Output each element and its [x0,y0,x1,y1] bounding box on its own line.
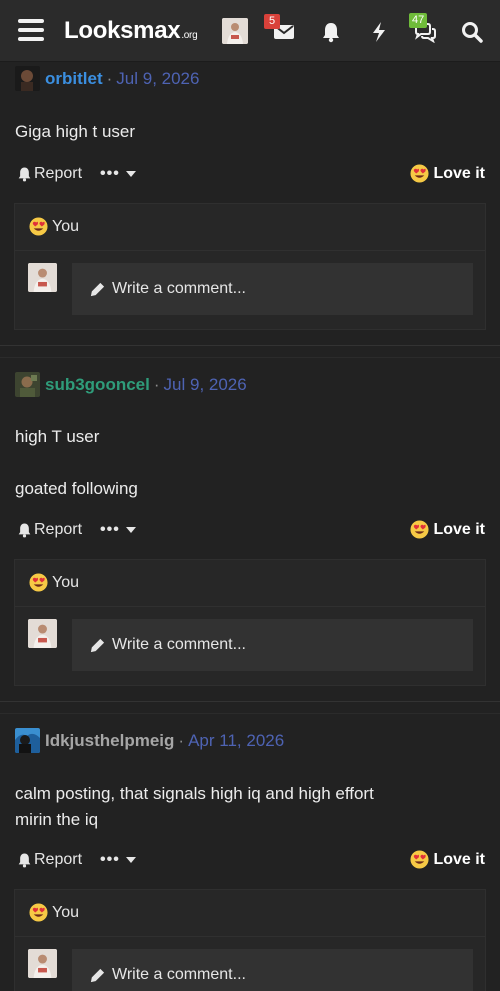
reactions-summary[interactable]: You [29,573,79,592]
inbox-button[interactable]: 5 [264,14,298,46]
post-date-link[interactable]: Jul 9, 2026 [164,375,247,395]
report-button[interactable]: Report [17,851,82,869]
user-avatar[interactable] [15,66,40,91]
heart-eyes-emoji-icon [410,520,429,539]
post-actions: Report ••• Love it [0,519,500,543]
divider [15,936,485,937]
post-header: Idkjusthelpmeig · Apr 11, 2026 [15,728,284,753]
love-it-button[interactable]: Love it [410,850,485,869]
user-avatar[interactable] [15,372,40,397]
post-body: high T user goated following [15,427,138,498]
bell-icon [323,23,339,43]
more-options-button[interactable]: ••• [100,521,136,539]
report-label: Report [34,851,83,868]
search-button[interactable] [458,18,486,46]
bell-icon [18,167,31,182]
logo-text: Looksmax [64,17,181,44]
write-comment-placeholder: Write a comment... [112,966,246,983]
post-header: sub3gooncel · Jul 9, 2026 [15,372,247,397]
comment-box: You Write a comment... [14,889,486,991]
site-logo[interactable]: Looksmax.org [64,17,198,45]
love-it-button[interactable]: Love it [410,520,485,539]
menu-icon[interactable] [18,19,44,43]
divider [15,250,485,251]
reaction-user: You [52,217,79,235]
post-divider [0,701,500,702]
heart-eyes-emoji-icon [410,850,429,869]
bell-icon [18,523,31,538]
more-dots: ••• [100,521,120,538]
more-dots: ••• [100,165,120,182]
reactions-summary[interactable]: You [29,903,79,922]
comment-box: You Write a comment... [14,559,486,686]
pencil-icon [90,282,105,296]
logo-suffix: .org [181,30,198,41]
caret-down-icon [125,857,136,863]
report-label: Report [34,165,83,182]
inbox-badge: 5 [264,14,280,29]
post-body: Giga high t user [15,122,136,141]
heart-eyes-emoji-icon [29,573,48,592]
username-link[interactable]: Idkjusthelpmeig [45,731,174,751]
caret-down-icon [125,171,136,177]
search-icon [462,22,483,43]
alerts-button[interactable] [317,18,345,46]
post-actions: Report ••• Love it [0,163,500,187]
heart-eyes-emoji-icon [29,903,48,922]
post-body: calm posting, that signals high iq and h… [15,784,374,829]
comment-box: You Write a comment... [14,203,486,330]
caret-down-icon [125,527,136,533]
post-date-link[interactable]: Jul 9, 2026 [116,69,199,89]
write-comment-input[interactable]: Write a comment... [72,263,473,315]
separator-dot: · [106,68,113,88]
write-comment-input[interactable]: Write a comment... [72,949,473,991]
top-navigation-bar: Looksmax.org 5 47 [0,0,500,62]
username-link[interactable]: sub3gooncel [45,375,150,395]
write-comment-placeholder: Write a comment... [112,636,246,653]
alerts-badge: 47 [409,13,428,28]
love-it-button[interactable]: Love it [410,164,485,183]
commenter-avatar[interactable] [28,263,57,292]
more-dots: ••• [100,851,120,868]
user-avatar[interactable] [15,728,40,753]
report-button[interactable]: Report [17,165,82,183]
more-options-button[interactable]: ••• [100,851,136,869]
write-comment-placeholder: Write a comment... [112,280,246,297]
love-it-label: Love it [433,164,485,182]
separator-dot: · [178,730,185,750]
love-it-label: Love it [433,520,485,538]
report-label: Report [34,521,83,538]
heart-eyes-emoji-icon [410,164,429,183]
whats-new-button[interactable] [365,18,393,46]
reactions-summary[interactable]: You [29,217,79,236]
separator-dot: · [153,374,160,394]
post-header: orbitlet · Jul 9, 2026 [15,66,199,91]
pencil-icon [90,638,105,652]
pencil-icon [90,968,105,982]
more-options-button[interactable]: ••• [100,165,136,183]
reaction-user: You [52,903,79,921]
conversations-button[interactable]: 47 [409,13,439,46]
post-divider [0,345,500,346]
account-avatar[interactable] [222,18,248,44]
lightning-icon [373,22,385,42]
heart-eyes-emoji-icon [29,217,48,236]
post-divider [0,357,500,358]
post-actions: Report ••• Love it [0,849,500,873]
divider [15,606,485,607]
bell-icon [18,853,31,868]
post-divider [0,713,500,714]
reaction-user: You [52,573,79,591]
username-link[interactable]: orbitlet [45,69,103,89]
commenter-avatar[interactable] [28,619,57,648]
love-it-label: Love it [433,850,485,868]
post-date-link[interactable]: Apr 11, 2026 [188,731,284,751]
commenter-avatar[interactable] [28,949,57,978]
report-button[interactable]: Report [17,521,82,539]
write-comment-input[interactable]: Write a comment... [72,619,473,671]
